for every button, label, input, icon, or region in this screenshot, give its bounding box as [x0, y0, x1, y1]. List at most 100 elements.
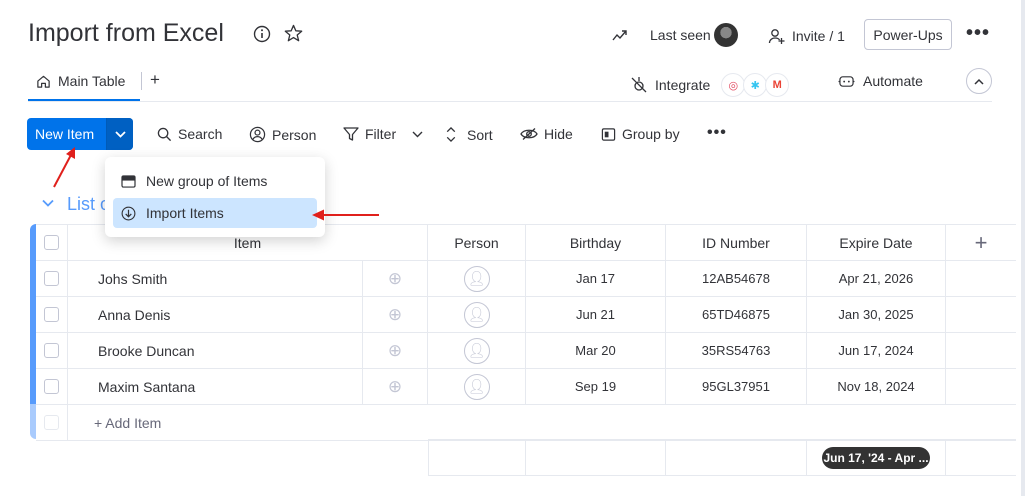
last-seen-label[interactable]: Last seen: [650, 27, 711, 43]
filter-icon: [343, 127, 359, 141]
id-number-cell[interactable]: 12AB54678: [666, 261, 807, 296]
integrate-button[interactable]: Integrate ◎ ✱ M: [630, 73, 790, 97]
empty-person-icon: 👤︎: [463, 265, 490, 292]
add-item-input[interactable]: + Add Item: [68, 405, 1016, 440]
chevron-down-icon[interactable]: [412, 131, 423, 138]
add-view-button[interactable]: +: [150, 70, 160, 90]
column-header-person[interactable]: Person: [428, 225, 526, 260]
filter-button[interactable]: Filter: [343, 126, 423, 142]
person-filter-button[interactable]: Person: [249, 126, 316, 143]
add-user-icon: [768, 29, 785, 44]
hide-label: Hide: [544, 126, 573, 142]
column-header-id-number[interactable]: ID Number: [666, 225, 807, 260]
avatar[interactable]: [714, 23, 738, 47]
window-scrollbar[interactable]: [1021, 0, 1025, 496]
star-icon[interactable]: [284, 24, 303, 48]
row-checkbox[interactable]: [44, 271, 59, 286]
expire-date-cell[interactable]: Jan 30, 2025: [807, 297, 946, 332]
summary-cell: [526, 440, 666, 475]
search-button[interactable]: Search: [157, 126, 222, 142]
birthday-cell[interactable]: Sep 19: [526, 369, 666, 404]
tabs-divider: [28, 101, 992, 102]
row-checkbox[interactable]: [44, 343, 59, 358]
chevron-up-icon: [974, 78, 984, 85]
select-all-checkbox[interactable]: [44, 235, 59, 250]
select-all-cell: [36, 225, 68, 260]
person-cell[interactable]: 👤︎: [428, 297, 526, 332]
sort-label: Sort: [467, 126, 493, 143]
row-checkbox[interactable]: [44, 307, 59, 322]
collapse-header-button[interactable]: [966, 68, 992, 94]
menu-item-label: Import Items: [146, 205, 224, 221]
expire-date-cell[interactable]: Jun 17, 2024: [807, 333, 946, 368]
column-header-birthday[interactable]: Birthday: [526, 225, 666, 260]
row-checkbox[interactable]: [44, 379, 59, 394]
add-item-checkbox: [44, 415, 59, 430]
item-name[interactable]: Anna Denis: [68, 297, 363, 332]
add-update-icon[interactable]: ⊕: [363, 333, 428, 368]
menu-item-new-group[interactable]: New group of Items: [113, 166, 317, 196]
new-item-label: New Item: [35, 126, 95, 142]
id-number-cell[interactable]: 95GL37951: [666, 369, 807, 404]
expire-date-cell[interactable]: Nov 18, 2024: [807, 369, 946, 404]
group-by-button[interactable]: Group by: [601, 126, 680, 142]
empty-cell: [946, 333, 1016, 368]
expire-date-cell[interactable]: Apr 21, 2026: [807, 261, 946, 296]
table-row[interactable]: Johs Smith ⊕ 👤︎ Jan 17 12AB54678 Apr 21,…: [36, 261, 1016, 297]
automate-button[interactable]: Automate: [838, 73, 923, 89]
person-cell[interactable]: 👤︎: [428, 333, 526, 368]
more-options-icon[interactable]: •••: [966, 22, 990, 45]
table-row[interactable]: Maxim Santana ⊕ 👤︎ Sep 19 95GL37951 Nov …: [36, 369, 1016, 405]
add-column-button[interactable]: +: [946, 225, 1016, 260]
sort-icon: [446, 126, 456, 143]
empty-person-icon: 👤︎: [463, 337, 490, 364]
chevron-down-icon: [114, 130, 126, 138]
table-row[interactable]: Brooke Duncan ⊕ 👤︎ Mar 20 35RS54763 Jun …: [36, 333, 1016, 369]
integrate-label: Integrate: [655, 77, 711, 93]
item-name[interactable]: Johs Smith: [68, 261, 363, 296]
birthday-cell[interactable]: Jun 21: [526, 297, 666, 332]
hide-button[interactable]: Hide: [520, 126, 573, 142]
integrate-icon: [631, 77, 647, 93]
sort-button[interactable]: Sort: [445, 126, 493, 143]
activity-icon[interactable]: [612, 27, 628, 48]
invite-button[interactable]: Invite / 1: [768, 27, 845, 45]
menu-item-import-items[interactable]: Import Items: [113, 198, 317, 228]
item-name[interactable]: Maxim Santana: [68, 369, 363, 404]
powerups-button[interactable]: Power-Ups: [864, 19, 952, 50]
person-cell[interactable]: 👤︎: [428, 261, 526, 296]
search-label: Search: [178, 126, 223, 142]
add-item-row[interactable]: + Add Item: [36, 405, 1016, 441]
birthday-cell[interactable]: Jan 17: [526, 261, 666, 296]
empty-person-icon: 👤︎: [463, 301, 490, 328]
new-item-dropdown-toggle[interactable]: [107, 118, 133, 150]
expire-date-summary-badge[interactable]: Jun 17, '24 - Apr ...: [822, 447, 930, 469]
group-title[interactable]: List of Items: [67, 194, 107, 215]
add-update-icon[interactable]: ⊕: [363, 261, 428, 296]
info-icon[interactable]: [253, 25, 271, 48]
tab-main-table[interactable]: Main Table: [36, 73, 125, 89]
person-cell[interactable]: 👤︎: [428, 369, 526, 404]
group-collapse-chevron-icon[interactable]: [42, 195, 54, 210]
tab-main-table-label: Main Table: [58, 73, 126, 89]
column-header-expire-date[interactable]: Expire Date: [807, 225, 946, 260]
id-number-cell[interactable]: 65TD46875: [666, 297, 807, 332]
birthday-cell[interactable]: Mar 20: [526, 333, 666, 368]
board-title[interactable]: Import from Excel: [28, 19, 224, 48]
home-icon: [37, 75, 50, 88]
summary-cell: [666, 440, 807, 475]
add-update-icon[interactable]: ⊕: [363, 369, 428, 404]
annotation-arrow-icon: [312, 209, 379, 221]
new-item-button[interactable]: New Item: [27, 118, 133, 150]
robot-icon: [838, 75, 855, 87]
table-row[interactable]: Anna Denis ⊕ 👤︎ Jun 21 65TD46875 Jan 30,…: [36, 297, 1016, 333]
id-number-cell[interactable]: 35RS54763: [666, 333, 807, 368]
item-name[interactable]: Brooke Duncan: [68, 333, 363, 368]
summary-cell: [428, 440, 526, 475]
menu-item-label: New group of Items: [146, 173, 268, 189]
annotation-arrow-icon: [53, 147, 75, 188]
person-icon: [249, 126, 266, 143]
toolbar-more-icon[interactable]: •••: [707, 124, 727, 142]
tab-separator: [141, 72, 142, 90]
add-update-icon[interactable]: ⊕: [363, 297, 428, 332]
